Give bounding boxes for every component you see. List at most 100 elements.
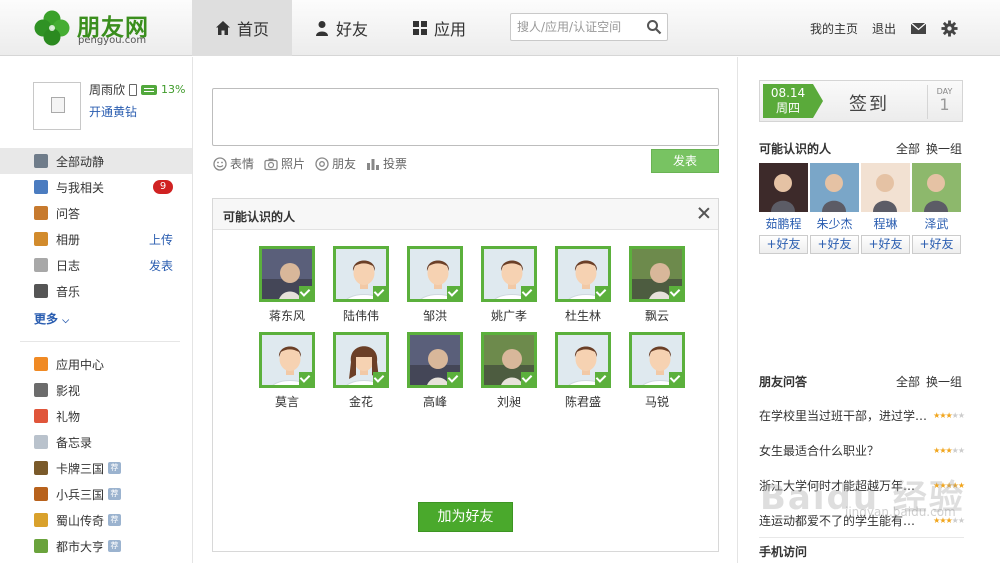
friend-photo[interactable]	[555, 246, 611, 302]
friend-suggestion[interactable]: 邹洪	[398, 246, 472, 324]
friend-suggestion[interactable]: 高峰	[398, 332, 472, 410]
status-input[interactable]	[217, 93, 714, 141]
qa-item[interactable]: 浙江大学何时才能超越万年… ★★★★★	[759, 468, 965, 503]
suggested-person-name[interactable]: 泽武	[924, 215, 948, 232]
my-homepage-link[interactable]: 我的主页	[810, 20, 858, 37]
nav-friends[interactable]: 好友	[292, 0, 390, 56]
profile-name[interactable]: 周雨欣	[89, 81, 125, 98]
close-icon[interactable]	[698, 207, 710, 219]
main-nav: 首页 好友 应用	[192, 0, 488, 56]
menu-item-album[interactable]: 相册 上传	[0, 226, 192, 252]
more-toggle[interactable]: 更多 ⌵	[34, 310, 69, 327]
user-photo	[810, 163, 859, 212]
nav-apps[interactable]: 应用	[390, 0, 488, 56]
memo-icon	[34, 435, 48, 449]
friend-photo[interactable]	[259, 246, 315, 302]
app-item-city-tycoon[interactable]: 都市大亨 荐	[0, 533, 192, 559]
friend-photo[interactable]	[481, 332, 537, 388]
suggested-person-name[interactable]: 朱少杰	[816, 215, 852, 232]
view-all-link[interactable]: 全部	[896, 373, 920, 390]
qa-question: 女生最适合什么职业？	[759, 444, 880, 458]
recommend-tag-icon: 荐	[108, 488, 122, 500]
top-right-links: 我的主页 退出	[810, 0, 958, 56]
suggested-person: 程琳 +好友	[861, 163, 910, 254]
nav-home[interactable]: 首页	[192, 0, 292, 56]
avatar[interactable]	[33, 82, 81, 130]
gear-icon[interactable]	[941, 19, 958, 37]
app-item-card-three-kingdoms[interactable]: 卡牌三国 荐	[0, 455, 192, 481]
suggested-person-photo[interactable]	[861, 163, 910, 212]
rating-stars-icon: ★★★★★	[933, 481, 965, 490]
open-vip-link[interactable]: 开通黄钻	[89, 103, 137, 120]
suggested-person-photo[interactable]	[912, 163, 961, 212]
app-item-video[interactable]: 影视	[0, 377, 192, 403]
friend-photo[interactable]	[555, 332, 611, 388]
view-all-link[interactable]: 全部	[896, 140, 920, 157]
add-friend-button[interactable]: +好友	[912, 235, 961, 254]
add-friend-button[interactable]: +好友	[759, 235, 808, 254]
menu-item-all-updates[interactable]: 全部动静	[0, 148, 192, 174]
friend-suggestion[interactable]: 飘云	[620, 246, 694, 324]
suggested-person-photo[interactable]	[759, 163, 808, 212]
suggested-person-name[interactable]: 茹鹏程	[765, 215, 801, 232]
checkin-button[interactable]: 08.14 周四 签到 DAY 1	[759, 80, 963, 122]
friend-photo[interactable]	[629, 246, 685, 302]
suggested-person-photo[interactable]	[810, 163, 859, 212]
game-icon	[34, 539, 48, 553]
friend-suggestion[interactable]: 马锐	[620, 332, 694, 410]
qa-item[interactable]: 女生最适合什么职业？ ★★★★★	[759, 433, 965, 468]
menu-item-music[interactable]: 音乐	[0, 278, 192, 304]
friend-name: 杜生林	[564, 309, 601, 323]
friend-photo[interactable]	[481, 246, 537, 302]
menu-item-mentions[interactable]: 与我相关 9	[0, 174, 192, 200]
app-item-memo[interactable]: 备忘录	[0, 429, 192, 455]
upload-link[interactable]: 上传	[149, 231, 173, 248]
add-friend-button[interactable]: +好友	[810, 235, 859, 254]
suggested-person-name[interactable]: 程琳	[873, 215, 897, 232]
friend-suggestion[interactable]: 陆伟伟	[324, 246, 398, 324]
menu-item-qa[interactable]: 问答	[0, 200, 192, 226]
add-friends-button[interactable]: 加为好友	[418, 502, 513, 532]
qa-item[interactable]: 在学校里当过班干部，进过学… ★★★★★	[759, 398, 965, 433]
photo-tool[interactable]: 照片	[264, 155, 305, 172]
friend-suggestion[interactable]: 姚广孝	[472, 246, 546, 324]
qa-item[interactable]: 连运动都爱不了的学生能有… ★★★★★	[759, 503, 965, 538]
friend-photo[interactable]	[407, 332, 463, 388]
app-item-shushan-legend[interactable]: 蜀山传奇 荐	[0, 507, 192, 533]
friend-name: 金花	[348, 395, 373, 409]
post-button[interactable]: 发表	[651, 149, 719, 173]
emoji-tool[interactable]: 表情	[213, 155, 254, 172]
app-item-soldier-three-kingdoms[interactable]: 小兵三国 荐	[0, 481, 192, 507]
friend-suggestion[interactable]: 蒋东风	[250, 246, 324, 324]
refresh-group-link[interactable]: 换一组	[926, 140, 962, 157]
refresh-group-link[interactable]: 换一组	[926, 373, 962, 390]
friend-photo[interactable]	[259, 332, 315, 388]
friend-suggestion[interactable]: 陈君盛	[546, 332, 620, 410]
friend-suggestion[interactable]: 金花	[324, 332, 398, 410]
mail-icon[interactable]	[910, 20, 927, 37]
app-item-label: 礼物	[56, 409, 81, 424]
menu-item-blog[interactable]: 日志 发表	[0, 252, 192, 278]
add-friend-button[interactable]: +好友	[861, 235, 910, 254]
friend-photo[interactable]	[407, 246, 463, 302]
vote-tool[interactable]: 投票	[366, 155, 407, 172]
chevron-down-icon: ⌵	[62, 316, 70, 326]
logout-link[interactable]: 退出	[872, 20, 896, 37]
friend-photo[interactable]	[629, 332, 685, 388]
publish-link[interactable]: 发表	[149, 257, 173, 274]
app-item-app-center[interactable]: 应用中心	[0, 351, 192, 377]
search-input[interactable]	[517, 18, 645, 36]
friend-suggestion[interactable]: 莫言	[250, 332, 324, 410]
friend-suggestion[interactable]: 刘昶	[472, 332, 546, 410]
search-icon[interactable]	[646, 19, 662, 35]
friend-photo[interactable]	[333, 246, 389, 302]
checkin-date-value: 08.14	[770, 86, 806, 100]
site-logo[interactable]: 朋友网 pengyou.com	[32, 8, 202, 48]
friend-tool[interactable]: 朋友	[315, 155, 356, 172]
friend-suggestion[interactable]: 杜生林	[546, 246, 620, 324]
app-item-gift[interactable]: 礼物	[0, 403, 192, 429]
menu-item-label: 相册	[56, 232, 81, 247]
phone-visit-title[interactable]: 手机访问	[759, 543, 807, 560]
suggested-person: 泽武 +好友	[912, 163, 961, 254]
friend-photo[interactable]	[333, 332, 389, 388]
